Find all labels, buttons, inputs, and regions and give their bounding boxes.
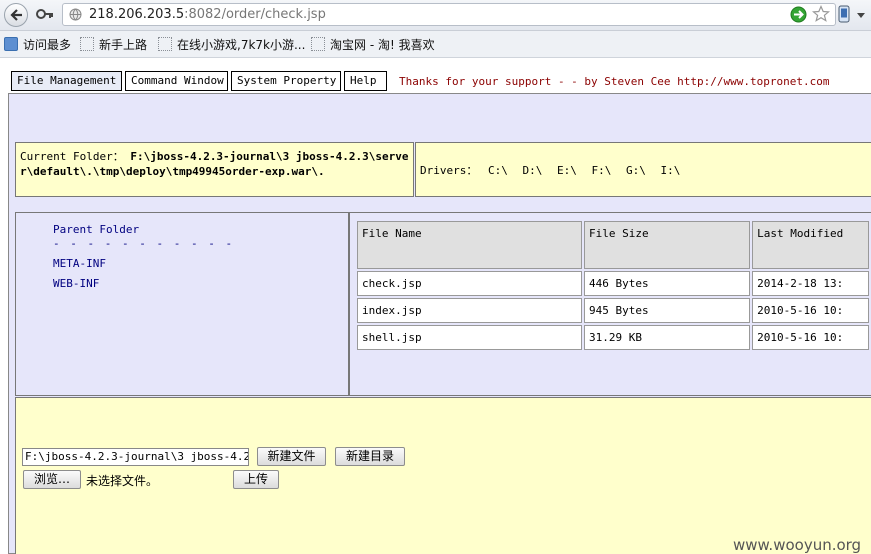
bookmark-label: 访问最多 xyxy=(23,38,72,52)
upload-panel: F:\jboss-4.2.3-journal\3 jboss-4.2.3\ 新建… xyxy=(15,397,871,554)
drive-link-g[interactable]: G:\ xyxy=(626,164,646,177)
bookmark-label: 在线小游戏,7k7k小游... xyxy=(177,38,306,52)
key-icon[interactable] xyxy=(36,6,54,22)
folder-link-meta-inf[interactable]: META-INF xyxy=(53,257,106,270)
drive-link-c[interactable]: C:\ xyxy=(488,164,508,177)
file-size-cell: 446 Bytes xyxy=(584,271,751,296)
watermark: www.wooyun.org xyxy=(733,536,862,554)
drive-link-i[interactable]: I:\ xyxy=(660,164,680,177)
bookmark-label: 新手上路 xyxy=(99,38,148,52)
no-file-selected-text: 未选择文件。 xyxy=(86,474,159,488)
menu-dropdown-icon[interactable] xyxy=(856,12,866,19)
table-row: check.jsp 446 Bytes 2014-2-18 13: xyxy=(357,271,869,296)
bookmark-taobao[interactable]: 淘宝网 - 淘! 我喜欢 xyxy=(311,36,435,52)
table-row: index.jsp 945 Bytes 2010-5-16 10: xyxy=(357,298,869,323)
column-header-file-name: File Name xyxy=(357,221,583,269)
file-size-cell: 945 Bytes xyxy=(584,298,751,323)
bookmark-label: 淘宝网 - 淘! 我喜欢 xyxy=(330,38,435,52)
drive-link-e[interactable]: E:\ xyxy=(557,164,577,177)
tab-command-window[interactable]: Command Window xyxy=(125,71,228,91)
bookmark-page-icon xyxy=(311,37,325,51)
drive-link-f[interactable]: F:\ xyxy=(591,164,611,177)
file-name-cell[interactable]: index.jsp xyxy=(357,298,583,323)
drivers-label: Drivers： xyxy=(420,164,478,177)
column-header-file-size: File Size xyxy=(584,221,751,269)
file-table-header: File Name File Size Last Modified xyxy=(357,221,869,269)
column-header-last-modified: Last Modified xyxy=(752,221,869,269)
file-name-cell[interactable]: shell.jsp xyxy=(357,325,583,350)
bookmark-most-visited[interactable]: 访问最多 xyxy=(4,36,71,52)
last-modified-cell: 2010-5-16 10: xyxy=(752,298,869,323)
bookmark-getting-started[interactable]: 新手上路 xyxy=(80,36,147,52)
thanks-text: Thanks for your support - - by Steven Ce… xyxy=(399,75,830,88)
drive-link-d[interactable]: D:\ xyxy=(522,164,542,177)
tab-system-property[interactable]: System Property xyxy=(231,71,341,91)
table-row: shell.jsp 31.29 KB 2010-5-16 10: xyxy=(357,325,869,350)
bookmark-page-icon xyxy=(80,37,94,51)
mobile-icon[interactable] xyxy=(838,5,850,23)
folder-info-row: Current Folder： F:\jboss-4.2.3-journal\3… xyxy=(15,142,871,197)
address-bar[interactable]: 218.206.203.5:8082/order/check.jsp xyxy=(62,3,836,26)
file-size-cell: 31.29 KB xyxy=(584,325,751,350)
tab-help[interactable]: Help xyxy=(344,71,387,91)
go-arrow-icon[interactable] xyxy=(790,6,807,23)
folder-divider: - - - - - - - - - - - xyxy=(53,237,235,250)
drivers-list: Drivers： C:\ D:\ E:\ F:\ G:\ I:\ xyxy=(415,142,871,197)
last-modified-cell: 2010-5-16 10: xyxy=(752,325,869,350)
url-text: 218.206.203.5:8082/order/check.jsp xyxy=(89,7,326,22)
folder-link-web-inf[interactable]: WEB-INF xyxy=(53,277,99,290)
browse-button[interactable]: 浏览… xyxy=(23,470,81,489)
upload-button[interactable]: 上传 xyxy=(233,470,279,489)
back-button[interactable] xyxy=(4,3,28,27)
star-icon[interactable] xyxy=(812,5,830,23)
globe-icon xyxy=(69,8,82,21)
folder-tree: Parent Folder - - - - - - - - - - - META… xyxy=(15,212,349,396)
browser-toolbar: 218.206.203.5:8082/order/check.jsp xyxy=(0,0,871,31)
current-folder: Current Folder： F:\jboss-4.2.3-journal\3… xyxy=(15,142,414,197)
url-host: 218.206.203.5 xyxy=(89,7,185,22)
current-folder-label: Current Folder： xyxy=(20,150,124,163)
bookmarks-bar: 访问最多 新手上路 在线小游戏,7k7k小游... 淘宝网 - 淘! 我喜欢 xyxy=(0,31,871,58)
browser-panes: Parent Folder - - - - - - - - - - - META… xyxy=(15,212,871,396)
file-name-cell[interactable]: check.jsp xyxy=(357,271,583,296)
parent-folder-link[interactable]: Parent Folder xyxy=(53,223,139,236)
main-tab-bar: File Management Command Window System Pr… xyxy=(0,62,871,92)
bookmark-page-icon xyxy=(158,37,172,51)
file-list-pane: File Name File Size Last Modified check.… xyxy=(349,212,871,396)
path-input[interactable]: F:\jboss-4.2.3-journal\3 jboss-4.2.3\ xyxy=(22,448,249,466)
url-path: :8082/order/check.jsp xyxy=(184,7,326,22)
file-table: File Name File Size Last Modified check.… xyxy=(355,219,871,352)
new-file-button[interactable]: 新建文件 xyxy=(257,447,326,466)
bookmark-7k7k-games[interactable]: 在线小游戏,7k7k小游... xyxy=(158,36,305,52)
back-arrow-icon xyxy=(10,9,22,21)
bookmark-folder-icon xyxy=(4,37,18,51)
new-folder-button[interactable]: 新建目录 xyxy=(335,447,405,466)
last-modified-cell: 2014-2-18 13: xyxy=(752,271,869,296)
tab-file-management[interactable]: File Management xyxy=(11,71,122,91)
